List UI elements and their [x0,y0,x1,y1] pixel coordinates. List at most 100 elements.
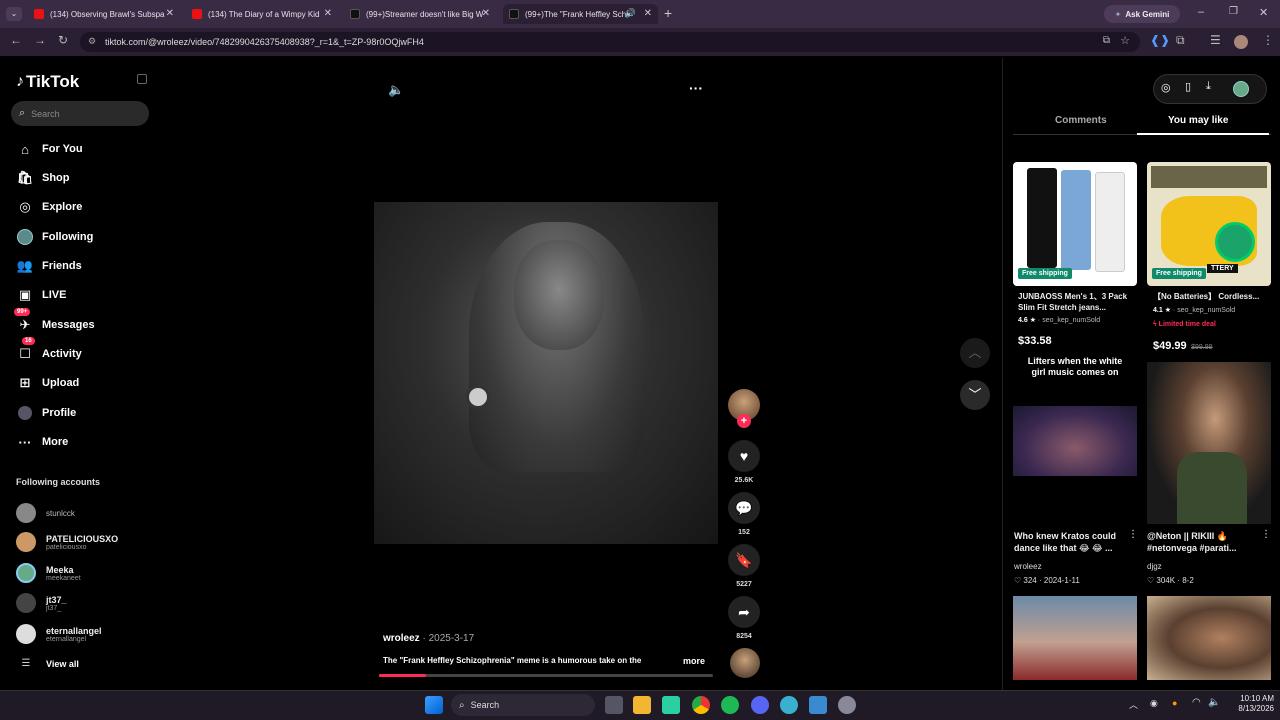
video-thumbnail[interactable] [1147,362,1271,524]
user-avatar[interactable] [1233,81,1249,97]
nav-for-you[interactable]: ⌂ For You [16,140,82,158]
tray-overflow-icon[interactable]: ︿ [1129,698,1138,711]
video-more-icon[interactable]: ⋮ [1128,529,1138,540]
spotify-icon[interactable] [721,696,739,714]
chrome-icon[interactable] [692,696,710,714]
back-icon[interactable]: ← [10,33,22,47]
tray-clock[interactable]: 10:10 AM 8/13/2026 [1226,694,1274,714]
follow-plus-button[interactable]: + [737,414,751,428]
browser-tab-4-active[interactable]: (99+)The "Frank Heffley Schi 🔊 ✕ [503,4,658,24]
nav-explore[interactable]: ◎ Explore [16,198,82,216]
nav-shop[interactable]: 🛍 Shop [16,169,70,187]
nav-messages[interactable]: ✈ 99+ Messages [14,308,95,334]
tiktok-logo[interactable]: ♪ TikTok [16,72,79,92]
task-view-icon[interactable] [605,696,623,714]
tab-search-icon[interactable]: ⌄ [6,7,22,21]
share-action[interactable]: ➦ 8254 [728,596,760,640]
bookmark-star-icon[interactable]: ☆ [1120,34,1130,47]
more-options-icon[interactable]: ··· [689,80,703,96]
phone-icon[interactable]: ▯ [1185,80,1191,93]
account-item[interactable]: PATELICIOUSXO pateliciousxo [16,532,118,552]
extensions-puzzle-icon[interactable]: ⧉ [1176,33,1185,48]
share-icon[interactable]: ➦ [728,596,760,628]
download-icon[interactable]: ⤓ [1206,80,1211,93]
ask-gemini-button[interactable]: ✦ Ask Gemini [1104,5,1180,23]
bookmark-icon[interactable]: 🔖 [728,544,760,576]
comment-action[interactable]: 💬 152 [728,492,760,536]
windows-start-icon[interactable] [425,696,443,714]
profile-avatar-icon[interactable] [1234,35,1248,49]
tray-discord-icon[interactable]: ◉ [1150,698,1158,709]
file-explorer-icon[interactable] [633,696,651,714]
next-video-button[interactable]: ﹀ [960,380,990,410]
audio-playing-icon[interactable]: 🔊 [625,8,636,19]
discord-icon[interactable] [751,696,769,714]
extension-icon[interactable]: ❰❱ [1150,33,1170,47]
minimize-button[interactable]: – [1198,6,1204,18]
nav-more[interactable]: ··· More [16,433,69,451]
install-app-icon[interactable]: ⧉ [1103,35,1110,46]
video-title[interactable]: @Neton || RIKIII 🔥 #netonvega #parati... [1147,530,1259,554]
video-title[interactable]: Who knew Kratos could dance like that 😂 … [1014,530,1126,554]
video-author[interactable]: wroleez [1014,562,1042,571]
browser-tab-3[interactable]: (99+)Streamer doesn't like Big W ✕ [344,4,496,24]
caption-more-link[interactable]: more [683,656,705,666]
tray-wifi-icon[interactable]: ◠ [1192,697,1201,708]
reading-list-icon[interactable]: ☰ [1210,33,1221,47]
search-box[interactable]: ⌕ Search [11,101,149,126]
product-title[interactable]: 【No Batteries】 Cordless... [1153,291,1275,302]
tab-comments[interactable]: Comments [1055,115,1107,126]
close-icon[interactable]: ✕ [482,8,490,19]
settings-icon[interactable] [838,696,856,714]
tab-you-may-like[interactable]: You may like [1168,115,1228,126]
video-thumbnail[interactable] [1013,596,1137,680]
new-tab-button[interactable]: + [664,5,672,21]
video-more-icon[interactable]: ⋮ [1261,529,1271,540]
product-card[interactable]: TTERY Free shipping [1147,162,1271,286]
browser-tab-1[interactable]: (134) Observing Brawl's Subspa ✕ [28,4,180,24]
reload-icon[interactable]: ↻ [58,33,68,47]
nav-activity[interactable]: ☐ 16 Activity [16,337,82,363]
taskbar-search[interactable]: ⌕ Search [451,694,595,716]
music-disc-avatar[interactable] [730,648,760,678]
video-thumbnail[interactable] [1147,596,1271,680]
forward-icon[interactable]: → [34,33,46,47]
tray-volume-icon[interactable]: 🔈 [1208,697,1220,708]
account-item[interactable]: Meeka meekaneet [16,563,81,583]
heart-icon[interactable]: ♥ [728,440,760,472]
terminal-app-icon[interactable] [662,696,680,714]
view-all-link[interactable]: ☰ View all [16,658,79,669]
search-input[interactable]: Search [31,109,60,119]
close-window-button[interactable]: ✕ [1259,6,1268,19]
account-item[interactable]: jt37_ jt37_ [16,593,67,613]
comment-icon[interactable]: 💬 [728,492,760,524]
close-icon[interactable]: ✕ [166,8,174,19]
nav-upload[interactable]: ⊞ Upload [16,374,80,392]
address-bar[interactable]: ⚙ tiktok.com/@wroleez/video/748299042637… [80,32,1140,52]
nav-friends[interactable]: 👥 Friends [16,257,82,275]
save-action[interactable]: 🔖 5227 [728,544,760,588]
account-item[interactable]: eternallangel eternallangel [16,624,102,644]
nav-live[interactable]: ▣ LIVE [16,286,67,304]
browser-menu-icon[interactable]: ⋮ [1262,33,1274,47]
nav-following[interactable]: Following [16,228,93,246]
account-item[interactable]: stunlcck [16,503,75,523]
video-player[interactable] [374,202,718,544]
nav-profile[interactable]: Profile [16,404,76,422]
close-icon[interactable]: ✕ [644,8,652,19]
video-thumbnail[interactable]: Lifters when the white girl music comes … [1013,352,1137,524]
product-title[interactable]: JUNBAOSS Men's 1、3 Pack Slim Fit Stretch… [1018,291,1140,313]
like-action[interactable]: ♥ 25.6K [728,440,760,484]
video-progress-track[interactable] [379,674,713,677]
video-author[interactable]: djgz [1147,562,1162,571]
browser-tab-2[interactable]: (134) The Diary of a Wimpy Kid ✕ [186,4,338,24]
site-info-icon[interactable]: ⚙ [88,36,96,47]
collapse-sidebar-icon[interactable] [137,74,147,84]
photos-icon[interactable] [809,696,827,714]
author-name[interactable]: wroleez [383,633,420,644]
tray-mic-icon[interactable]: ● [1172,698,1177,708]
previous-video-button[interactable]: ︿ [960,338,990,368]
close-icon[interactable]: ✕ [324,8,332,19]
compass-icon[interactable]: ◎ [1161,81,1171,94]
mute-toggle-icon[interactable]: 🔈 [388,82,404,98]
